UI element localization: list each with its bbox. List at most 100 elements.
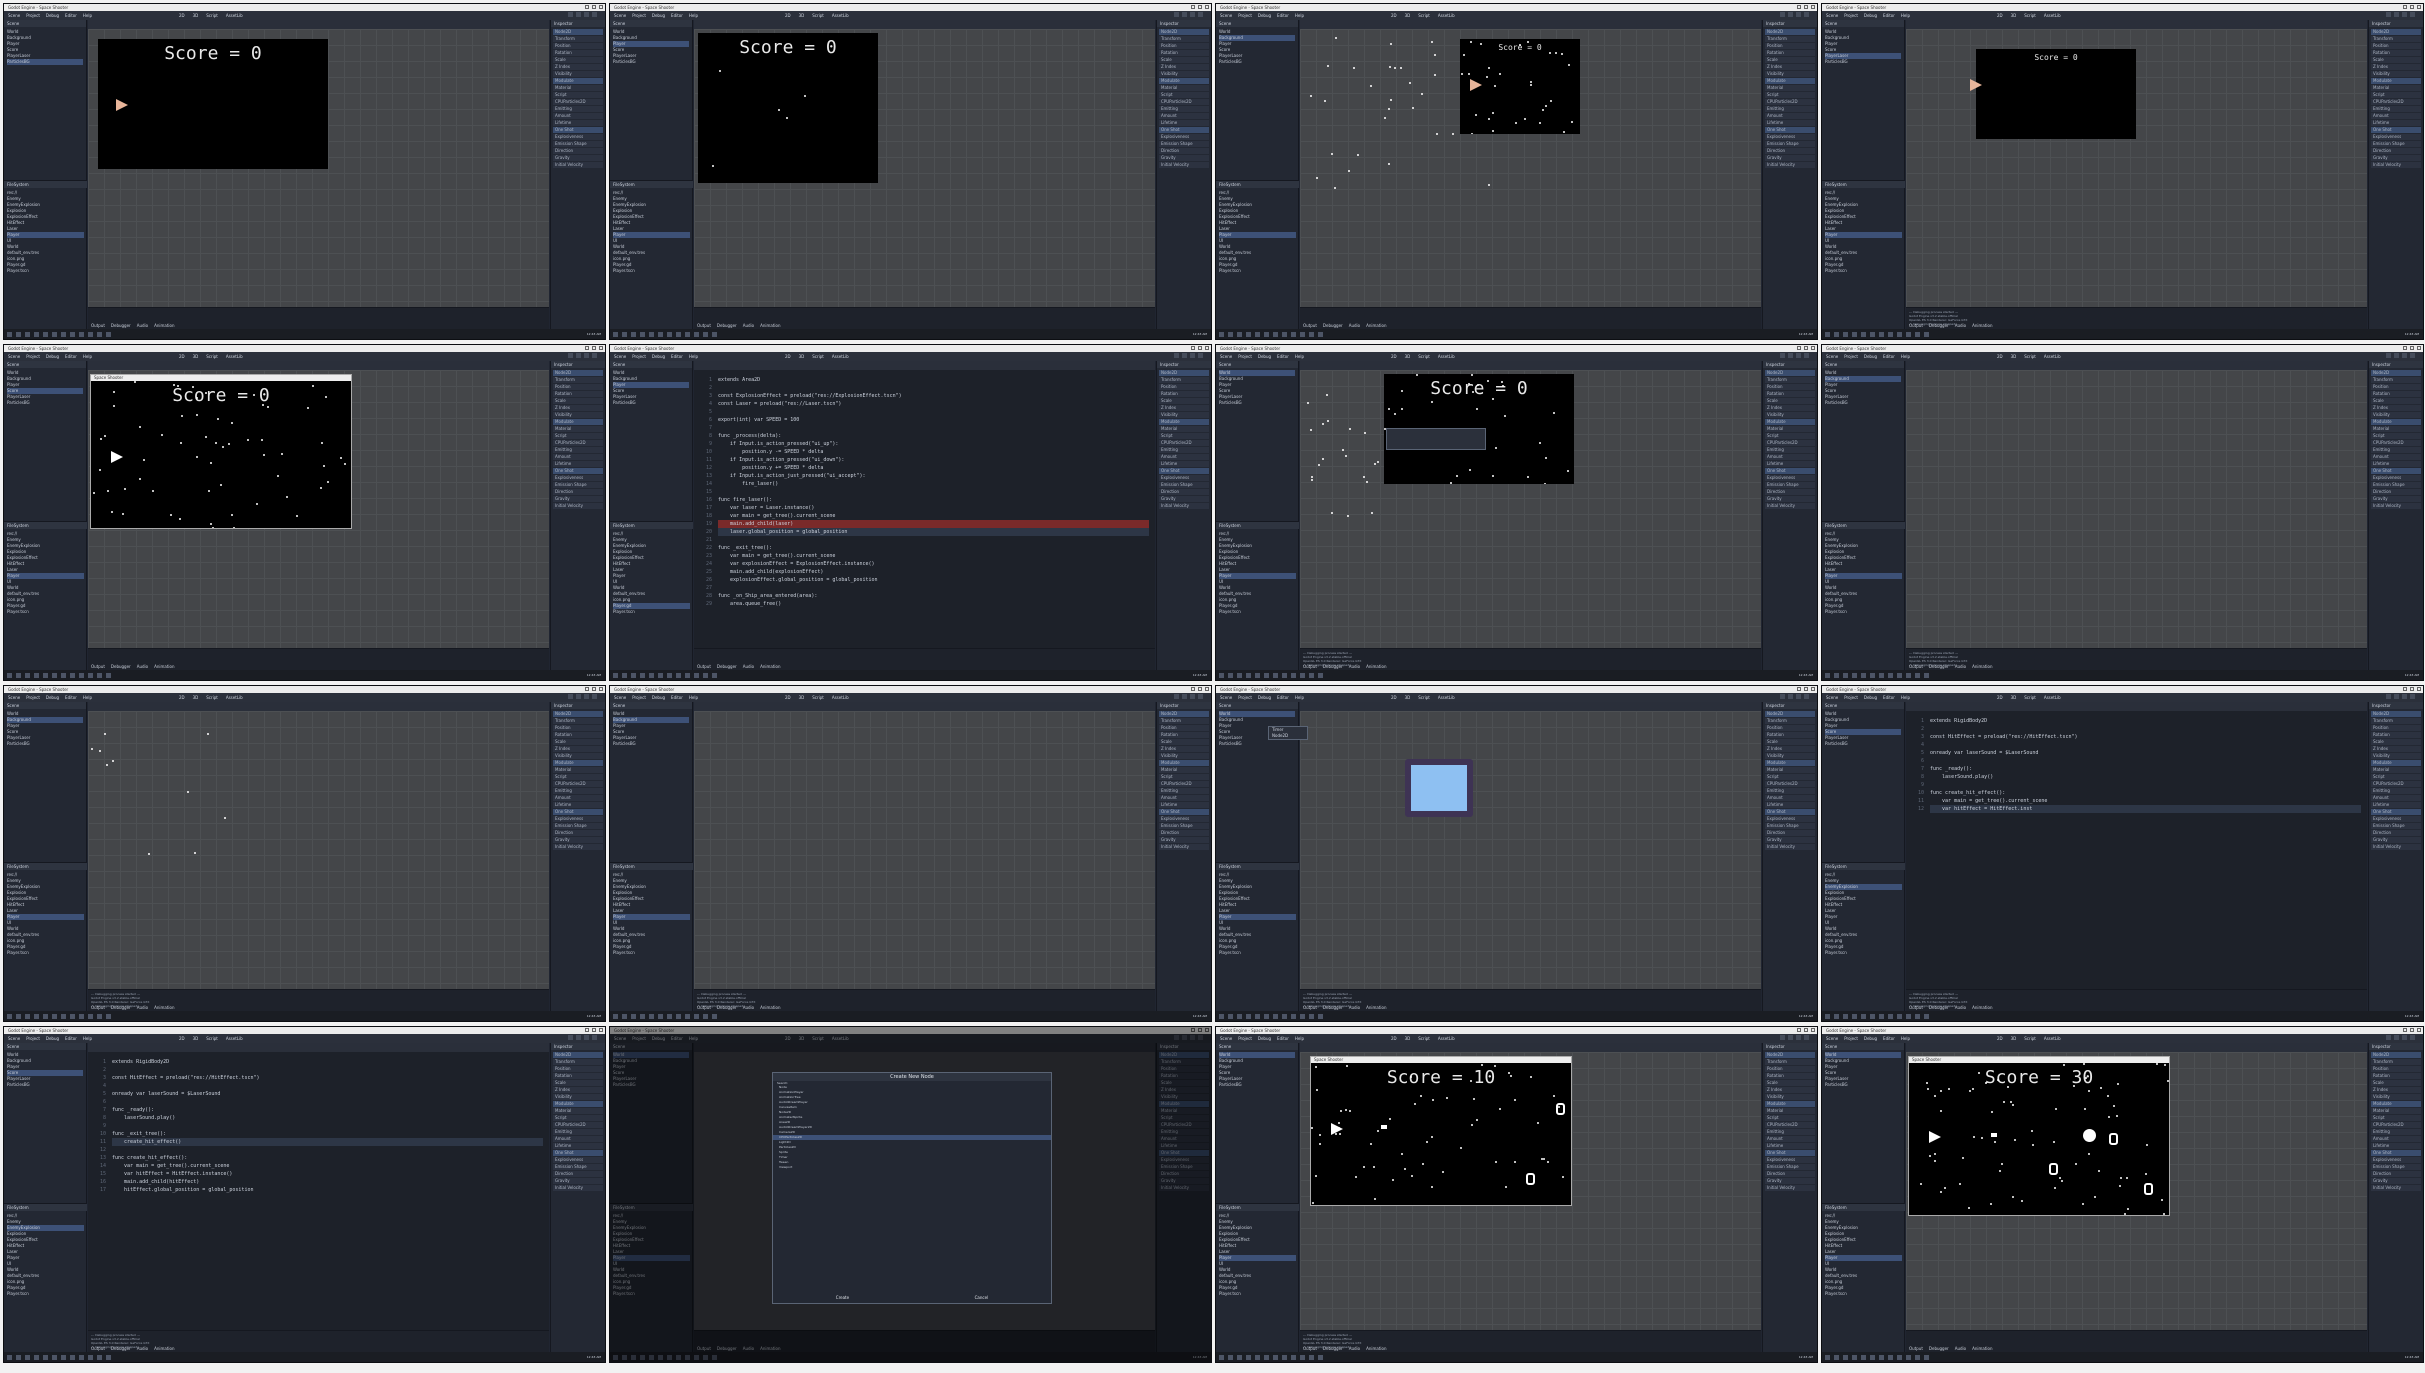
inspector-property[interactable]: One Shot [1159, 809, 1209, 815]
inspector-property[interactable]: Explosiveness [1765, 816, 1815, 822]
inspector-property[interactable]: Script [1765, 92, 1815, 98]
inspector-property[interactable]: Visibility [553, 1094, 603, 1100]
taskbar-app-icon[interactable] [685, 672, 690, 678]
inspector-property[interactable]: Rotation [1765, 732, 1815, 738]
inspector-property[interactable]: Amount [2371, 113, 2421, 119]
taskbar-app-icon[interactable] [70, 1354, 75, 1360]
stop-icon[interactable] [1796, 353, 1801, 358]
taskbar-app-icon[interactable] [1219, 1013, 1224, 1019]
taskbar-app-icon[interactable] [1915, 1013, 1920, 1019]
inspector-property[interactable]: Position [1159, 725, 1209, 731]
inspector-property[interactable]: Visibility [1765, 1094, 1815, 1100]
pause-icon[interactable] [1182, 12, 1187, 17]
inspector-property[interactable]: Script [553, 774, 603, 780]
bottom-tab-audio[interactable]: Audio [1349, 664, 1360, 669]
inspector-property[interactable]: Node2D [1765, 29, 1815, 35]
taskbar-app-icon[interactable] [34, 1354, 39, 1360]
inspector-property[interactable]: One Shot [553, 468, 603, 474]
workspace-tab-3d[interactable]: 3D [1405, 12, 1411, 19]
menu-item-debug[interactable]: Debug [1864, 693, 1877, 702]
taskbar-app-icon[interactable] [106, 672, 111, 678]
taskbar-app-icon[interactable] [1282, 1354, 1287, 1360]
maximize-button[interactable] [1804, 5, 1808, 9]
minimize-button[interactable] [1191, 346, 1195, 350]
2d-viewport[interactable] [88, 711, 549, 989]
menu-item-project[interactable]: Project [632, 352, 646, 361]
maximize-button[interactable] [1198, 5, 1202, 9]
menu-item-debug[interactable]: Debug [1258, 693, 1271, 702]
taskbar-app-icon[interactable] [631, 672, 636, 678]
minimize-button[interactable] [2403, 687, 2407, 691]
inspector-property[interactable]: Explosiveness [2371, 475, 2421, 481]
workspace-tab-script[interactable]: Script [812, 694, 824, 701]
inspector-property[interactable]: CPUParticles2D [1159, 781, 1209, 787]
scene-tree-item[interactable]: ParticlesBG [7, 400, 83, 406]
inspector-property[interactable]: Position [1765, 43, 1815, 49]
inspector-property[interactable]: Gravity [2371, 1178, 2421, 1184]
taskbar-app-icon[interactable] [70, 1013, 75, 1019]
stop-icon[interactable] [2402, 353, 2407, 358]
2d-viewport[interactable]: Score = 0 [1300, 29, 1761, 307]
taskbar-app-icon[interactable] [1273, 1013, 1278, 1019]
bottom-tab-debugger[interactable]: Debugger [111, 323, 131, 328]
taskbar-app-icon[interactable] [1879, 672, 1884, 678]
inspector-property[interactable]: Modulate [1765, 1101, 1815, 1107]
inspector-property[interactable]: Lifetime [553, 120, 603, 126]
inspector-property[interactable]: CPUParticles2D [1159, 99, 1209, 105]
workspace-tab-3d[interactable]: 3D [193, 353, 199, 360]
taskbar-app-icon[interactable] [1264, 672, 1269, 678]
inspector-property[interactable]: Position [1765, 384, 1815, 390]
inspector-property[interactable]: One Shot [553, 809, 603, 815]
taskbar-app-icon[interactable] [712, 1013, 717, 1019]
inspector-property[interactable]: Explosiveness [1159, 134, 1209, 140]
taskbar-app-icon[interactable] [1309, 672, 1314, 678]
inspector-property[interactable]: Explosiveness [553, 816, 603, 822]
inspector-property[interactable]: Z Index [1765, 1087, 1815, 1093]
workspace-tab-script[interactable]: Script [206, 694, 218, 701]
minimize-button[interactable] [1797, 5, 1801, 9]
inspector-property[interactable]: Modulate [1159, 760, 1209, 766]
inspector-property[interactable]: Explosiveness [2371, 816, 2421, 822]
inspector-property[interactable]: Explosiveness [1159, 816, 1209, 822]
minimize-button[interactable] [585, 687, 589, 691]
minimize-button[interactable] [1797, 346, 1801, 350]
taskbar-app-icon[interactable] [1888, 1013, 1893, 1019]
workspace-tab-script[interactable]: Script [2024, 694, 2036, 701]
taskbar-app-icon[interactable] [88, 331, 93, 337]
inspector-property[interactable]: Modulate [553, 78, 603, 84]
inspector-property[interactable]: CPUParticles2D [2371, 99, 2421, 105]
workspace-tab-assetlib[interactable]: AssetLib [2044, 1035, 2061, 1042]
bottom-tab-animation[interactable]: Animation [1972, 1346, 1992, 1351]
play-icon[interactable] [1780, 694, 1785, 699]
close-button[interactable] [1811, 687, 1815, 691]
filesystem-item[interactable]: Player.tscn [1219, 1291, 1296, 1297]
workspace-tab-2d[interactable]: 2D [785, 694, 791, 701]
workspace-tab-assetlib[interactable]: AssetLib [832, 12, 849, 19]
taskbar-app-icon[interactable] [1879, 1013, 1884, 1019]
filesystem-item[interactable]: Player.tscn [7, 268, 84, 274]
scene-tree-item[interactable]: ParticlesBG [1219, 400, 1295, 406]
inspector-property[interactable]: Explosiveness [2371, 1157, 2421, 1163]
inspector-property[interactable]: Material [1765, 767, 1815, 773]
menu-item-help[interactable]: Help [689, 693, 698, 702]
play-scene-icon[interactable] [2410, 1035, 2415, 1040]
play-icon[interactable] [2386, 694, 2391, 699]
inspector-property[interactable]: Material [1765, 426, 1815, 432]
bottom-tab-animation[interactable]: Animation [1366, 664, 1386, 669]
play-scene-icon[interactable] [592, 353, 597, 358]
taskbar-app-icon[interactable] [685, 331, 690, 337]
menu-item-debug[interactable]: Debug [46, 11, 59, 20]
inspector-property[interactable]: Modulate [1765, 419, 1815, 425]
taskbar-app-icon[interactable] [1870, 1354, 1875, 1360]
inspector-property[interactable]: Emission Shape [553, 823, 603, 829]
taskbar-app-icon[interactable] [79, 1013, 84, 1019]
taskbar-app-icon[interactable] [106, 1013, 111, 1019]
inspector-property[interactable]: Amount [1765, 454, 1815, 460]
inspector-property[interactable]: Transform [553, 1059, 603, 1065]
maximize-button[interactable] [1198, 687, 1202, 691]
inspector-property[interactable]: Emission Shape [1765, 823, 1815, 829]
bottom-tab-animation[interactable]: Animation [760, 1005, 780, 1010]
inspector-property[interactable]: Scale [1159, 57, 1209, 63]
inspector-property[interactable]: Gravity [553, 1178, 603, 1184]
taskbar-app-icon[interactable] [34, 672, 39, 678]
